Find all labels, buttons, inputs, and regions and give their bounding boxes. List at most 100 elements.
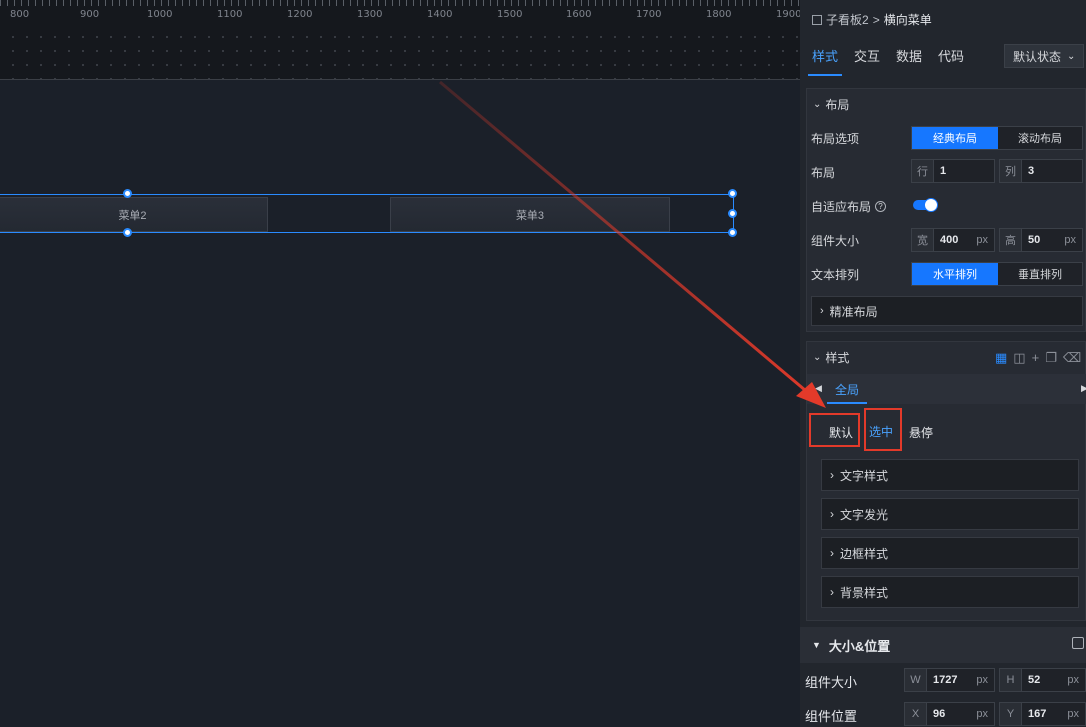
precise-layout-collapse[interactable]: › 精准布局 bbox=[811, 296, 1083, 326]
ruler-tick-label: 1600 bbox=[566, 9, 592, 20]
resize-handle-right[interactable] bbox=[728, 209, 737, 218]
ruler-grid-dots bbox=[0, 26, 800, 79]
ruler-tick-label: 800 bbox=[10, 9, 30, 20]
layout-options-toggle: 经典布局 滚动布局 bbox=[911, 126, 1083, 150]
lock-icon[interactable] bbox=[1072, 637, 1084, 649]
copy-icon[interactable]: ❐ bbox=[1045, 350, 1057, 366]
width-value: 400 bbox=[940, 234, 959, 246]
adaptive-layout-row: 自适应布局 ? bbox=[811, 198, 887, 215]
chevron-right-icon: › bbox=[820, 305, 824, 317]
row-prefix: 行 bbox=[912, 160, 934, 182]
text-glow-collapse[interactable]: › 文字发光 bbox=[821, 498, 1079, 530]
resize-handle-bottom[interactable] bbox=[123, 228, 132, 237]
board-icon bbox=[812, 14, 822, 25]
component-width-field[interactable]: W 1727 px bbox=[904, 668, 995, 692]
ruler-tick-label: 1100 bbox=[217, 9, 243, 20]
size-position-header[interactable]: ▼ 大小&位置 bbox=[800, 627, 1086, 663]
border-style-collapse[interactable]: › 边框样式 bbox=[821, 537, 1079, 569]
adaptive-layout-switch[interactable] bbox=[913, 198, 938, 212]
layout-split-icon[interactable]: ◫ bbox=[1013, 350, 1025, 366]
precise-layout-label: 精准布局 bbox=[829, 304, 878, 319]
vertical-arrange-option[interactable]: 垂直排列 bbox=[998, 263, 1082, 285]
menu-item-label: 菜单3 bbox=[515, 209, 545, 222]
w-unit: px bbox=[976, 674, 988, 686]
annotation-box-selected bbox=[864, 408, 902, 451]
ruler-tick-label: 1200 bbox=[287, 9, 313, 20]
delete-icon[interactable]: ⌫ bbox=[1063, 350, 1081, 366]
component-size-label: 组件大小 bbox=[805, 675, 858, 690]
h-unit: px bbox=[1067, 674, 1079, 686]
text-style-label: 文字样式 bbox=[840, 468, 889, 483]
height-unit: px bbox=[1064, 234, 1076, 246]
state-select-value: 默认状态 bbox=[1013, 49, 1062, 64]
ruler-tick-label: 1900 bbox=[776, 9, 800, 20]
ruler-tick-label: 1000 bbox=[147, 9, 173, 20]
menu-item-2[interactable]: 菜单2 bbox=[0, 197, 268, 232]
x-value: 96 bbox=[933, 708, 946, 720]
classic-layout-option[interactable]: 经典布局 bbox=[912, 127, 998, 149]
background-style-collapse[interactable]: › 背景样式 bbox=[821, 576, 1079, 608]
horizontal-arrange-option[interactable]: 水平排列 bbox=[912, 263, 998, 285]
layout-section-header[interactable]: ⌄ 布局 bbox=[807, 89, 1085, 119]
component-x-field[interactable]: X 96 px bbox=[904, 702, 995, 726]
y-prefix: Y bbox=[1000, 703, 1022, 725]
ruler-tick-label: 900 bbox=[80, 9, 100, 20]
app-root: 800 900 1000 1100 1200 1300 1400 1500 16… bbox=[0, 0, 1086, 727]
active-tab-underline bbox=[827, 402, 867, 404]
chevron-right-icon: › bbox=[830, 507, 834, 521]
row-count-field[interactable]: 行 1 bbox=[911, 159, 995, 183]
tab-style[interactable]: 样式 bbox=[807, 38, 843, 76]
breadcrumb-current: 横向菜单 bbox=[883, 13, 932, 27]
ruler-tick-label: 1500 bbox=[497, 9, 523, 20]
component-y-field[interactable]: Y 167 px bbox=[999, 702, 1086, 726]
text-style-collapse[interactable]: › 文字样式 bbox=[821, 459, 1079, 491]
design-canvas[interactable]: 800 900 1000 1100 1200 1300 1400 1500 16… bbox=[0, 0, 800, 727]
chevron-right-icon: › bbox=[830, 546, 834, 560]
breadcrumb-parent[interactable]: 子看板2 bbox=[826, 11, 869, 28]
text-arrange-label: 文本排列 bbox=[811, 268, 860, 282]
style-toolbar: ▦ ◫ + ❐ ⌫ bbox=[995, 350, 1081, 366]
resize-handle-top-right[interactable] bbox=[728, 189, 737, 198]
x-prefix: X bbox=[905, 703, 927, 725]
horizontal-menu-component[interactable]: 菜单2 菜单3 bbox=[0, 189, 737, 237]
tab-global[interactable]: 全局 bbox=[835, 381, 859, 398]
w-prefix: W bbox=[905, 669, 927, 691]
height-field[interactable]: 高 50 px bbox=[999, 228, 1083, 252]
layout-section-title: 布局 bbox=[825, 97, 850, 112]
component-position-label: 组件位置 bbox=[805, 709, 858, 724]
tab-interaction[interactable]: 交互 bbox=[854, 38, 880, 76]
menu-item-3[interactable]: 菜单3 bbox=[390, 197, 670, 232]
horizontal-ruler: 800 900 1000 1100 1200 1300 1400 1500 16… bbox=[0, 0, 800, 80]
state-select[interactable]: 默认状态 ⌄ bbox=[1004, 44, 1084, 68]
resize-handle-bottom-right[interactable] bbox=[728, 228, 737, 237]
breadcrumb: 子看板2 > 横向菜单 bbox=[812, 11, 932, 28]
y-value: 167 bbox=[1028, 708, 1047, 720]
y-unit: px bbox=[1067, 708, 1079, 720]
adaptive-layout-label: 自适应布局 bbox=[811, 200, 872, 214]
width-field[interactable]: 宽 400 px bbox=[911, 228, 995, 252]
height-value: 50 bbox=[1028, 234, 1041, 246]
scroll-right-icon[interactable]: ▶ bbox=[1081, 383, 1086, 394]
width-prefix: 宽 bbox=[912, 229, 934, 251]
add-icon[interactable]: + bbox=[1032, 350, 1040, 366]
tab-data[interactable]: 数据 bbox=[896, 38, 922, 76]
resize-handle-top[interactable] bbox=[123, 189, 132, 198]
chevron-down-icon: ⌄ bbox=[1067, 50, 1076, 62]
layout-grid-icon[interactable]: ▦ bbox=[995, 350, 1007, 366]
component-height-field[interactable]: H 52 px bbox=[999, 668, 1086, 692]
style-section: ⌄ 样式 ▦ ◫ + ❐ ⌫ ◀ 全局 ▶ 默认 选中 悬停 › 文字样式 › … bbox=[806, 341, 1086, 621]
chevron-down-icon: ⌄ bbox=[813, 351, 822, 363]
state-tab-hover[interactable]: 悬停 bbox=[909, 424, 933, 441]
grid-label: 布局 bbox=[811, 166, 836, 180]
tab-code[interactable]: 代码 bbox=[938, 38, 964, 76]
col-count-field[interactable]: 列 3 bbox=[999, 159, 1083, 183]
x-unit: px bbox=[976, 708, 988, 720]
ruler-tick-label: 1400 bbox=[427, 9, 453, 20]
scroll-layout-option[interactable]: 滚动布局 bbox=[998, 127, 1082, 149]
ruler-tick-label: 1300 bbox=[357, 9, 383, 20]
size-label: 组件大小 bbox=[811, 234, 860, 248]
annotation-box-default bbox=[809, 413, 860, 447]
text-arrange-toggle: 水平排列 垂直排列 bbox=[911, 262, 1083, 286]
scroll-left-icon[interactable]: ◀ bbox=[815, 383, 822, 394]
ruler-tick-label: 1700 bbox=[636, 9, 662, 20]
